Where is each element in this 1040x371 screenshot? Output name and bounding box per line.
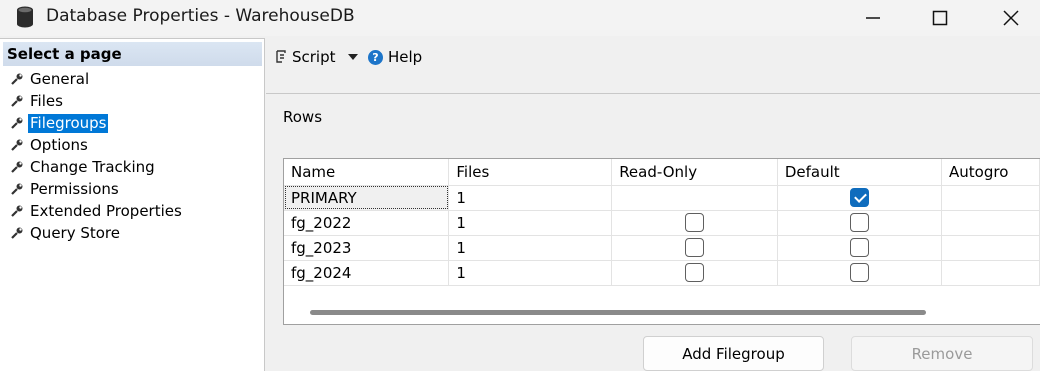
table-row[interactable]: fg_2022 1: [284, 210, 1040, 236]
wrench-icon: [11, 73, 23, 85]
maximize-icon: [932, 10, 948, 26]
page-item-label: Change Tracking: [30, 157, 155, 176]
page-item-label: General: [30, 69, 90, 88]
cell-name[interactable]: fg_2024: [284, 260, 450, 286]
page-item-label: Extended Properties: [30, 201, 182, 220]
page-item-files[interactable]: Files: [0, 90, 262, 112]
window-title: Database Properties - WarehouseDB: [46, 6, 355, 26]
page-selector-pane: Select a page General Files Filegroups O…: [0, 38, 265, 371]
close-button[interactable]: [988, 0, 1034, 36]
page-item-change-tracking[interactable]: Change Tracking: [0, 156, 262, 178]
title-bar: Database Properties - WarehouseDB: [0, 0, 1040, 36]
cell-files[interactable]: 1: [448, 235, 613, 261]
cell-autogrow[interactable]: [941, 210, 1040, 236]
cell-default[interactable]: [777, 210, 943, 236]
minimize-button[interactable]: [850, 0, 896, 36]
page-item-label: Options: [30, 135, 88, 154]
select-a-page-header: Select a page: [3, 42, 262, 66]
rows-section-label: Rows: [283, 108, 323, 126]
table-row[interactable]: fg_2023 1: [284, 235, 1040, 261]
filegroups-panel: Rows Name Files Read-Only Default Autogr…: [266, 94, 1040, 371]
header-row: Name Files Read-Only Default Autogro: [284, 159, 1040, 186]
read-only-checkbox[interactable]: [685, 263, 704, 282]
page-item-label: Filegroups: [28, 113, 109, 133]
page-item-permissions[interactable]: Permissions: [0, 178, 262, 200]
chevron-down-icon[interactable]: [347, 54, 358, 60]
default-checkbox[interactable]: [849, 263, 869, 282]
filegroups-grid[interactable]: Name Files Read-Only Default Autogro PRI…: [283, 158, 1040, 325]
read-only-checkbox[interactable]: [685, 213, 704, 232]
close-icon: [1003, 10, 1019, 26]
table-row[interactable]: PRIMARY 1: [284, 185, 1040, 211]
remove-button[interactable]: Remove: [851, 336, 1033, 371]
cell-autogrow[interactable]: [941, 260, 1040, 286]
cell-read-only-empty: [611, 185, 778, 211]
cell-files[interactable]: 1: [448, 185, 613, 211]
wrench-icon: [11, 95, 23, 107]
page-item-label: Permissions: [30, 179, 119, 198]
wrench-icon: [11, 227, 23, 239]
script-label: Script: [292, 48, 336, 66]
column-header-files[interactable]: Files: [448, 159, 613, 186]
wrench-icon: [11, 117, 23, 129]
maximize-button[interactable]: [917, 0, 963, 36]
script-button[interactable]: Script: [274, 48, 358, 66]
cell-autogrow[interactable]: [941, 185, 1040, 211]
default-checkbox[interactable]: [849, 188, 869, 207]
page-item-label: Files: [30, 91, 63, 110]
add-filegroup-button[interactable]: Add Filegroup: [643, 336, 824, 371]
wrench-icon: [11, 205, 23, 217]
cell-name[interactable]: fg_2022: [284, 210, 450, 236]
help-button[interactable]: ? Help: [368, 48, 422, 66]
page-list: General Files Filegroups Options Change …: [0, 68, 262, 244]
page-item-options[interactable]: Options: [0, 134, 262, 156]
cell-default[interactable]: [777, 260, 943, 286]
wrench-icon: [11, 139, 23, 151]
help-label: Help: [388, 48, 423, 66]
page-item-filegroups[interactable]: Filegroups: [0, 112, 262, 134]
help-icon: ?: [368, 49, 383, 65]
filegroups-table: Name Files Read-Only Default Autogro PRI…: [284, 159, 1040, 286]
default-checkbox[interactable]: [849, 213, 869, 232]
wrench-icon: [11, 161, 23, 173]
cell-files[interactable]: 1: [448, 260, 613, 286]
cell-read-only[interactable]: [611, 260, 778, 286]
cell-read-only[interactable]: [611, 210, 778, 236]
column-header-read-only[interactable]: Read-Only: [611, 159, 778, 186]
page-item-general[interactable]: General: [0, 68, 262, 90]
cell-read-only[interactable]: [611, 235, 778, 261]
script-icon: [276, 50, 286, 63]
minimize-icon: [866, 17, 880, 19]
default-checkbox[interactable]: [849, 238, 869, 257]
page-item-label: Query Store: [30, 223, 120, 242]
table-row[interactable]: fg_2024 1: [284, 260, 1040, 286]
database-properties-window: Database Properties - WarehouseDB Select…: [0, 0, 1040, 371]
cell-name[interactable]: fg_2023: [284, 235, 450, 261]
column-header-default[interactable]: Default: [777, 159, 943, 186]
toolbar: Script ? Help: [266, 38, 1040, 80]
cell-default[interactable]: [777, 235, 943, 261]
database-icon: [17, 6, 33, 28]
horizontal-scrollbar[interactable]: [310, 310, 926, 315]
read-only-checkbox[interactable]: [685, 238, 704, 257]
wrench-icon: [11, 183, 23, 195]
page-item-query-store[interactable]: Query Store: [0, 222, 262, 244]
column-header-autogrow[interactable]: Autogro: [941, 159, 1040, 186]
cell-autogrow[interactable]: [941, 235, 1040, 261]
column-header-name[interactable]: Name: [284, 159, 450, 186]
page-item-extended-properties[interactable]: Extended Properties: [0, 200, 262, 222]
cell-files[interactable]: 1: [448, 210, 613, 236]
cell-name[interactable]: PRIMARY: [284, 185, 450, 211]
cell-default[interactable]: [777, 185, 943, 211]
